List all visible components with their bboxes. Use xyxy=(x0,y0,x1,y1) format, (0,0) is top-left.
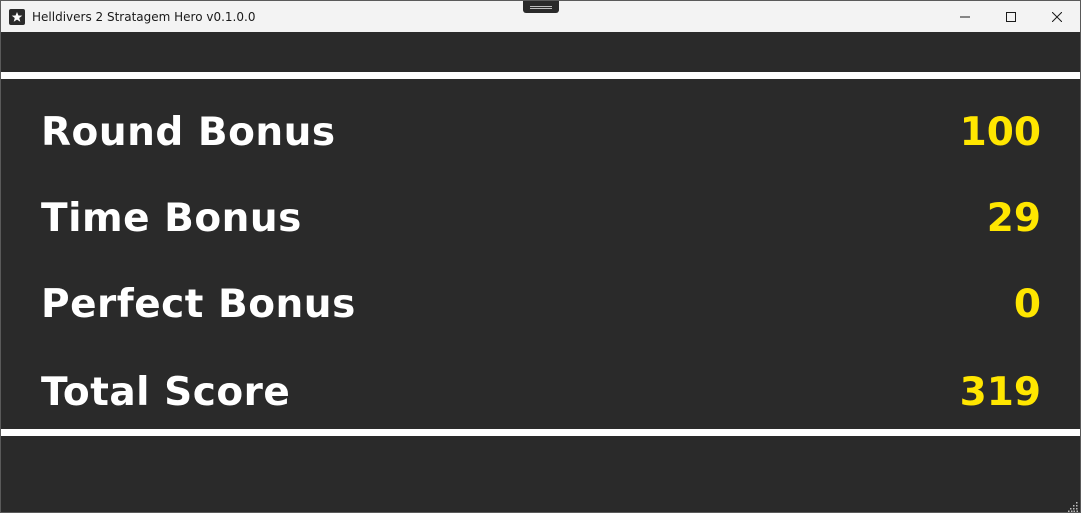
time-bonus-label: Time Bonus xyxy=(41,195,302,241)
time-bonus-value: 29 xyxy=(986,195,1041,241)
maximize-button[interactable] xyxy=(988,1,1034,32)
total-score-value: 319 xyxy=(959,369,1041,415)
window-title: Helldivers 2 Stratagem Hero v0.1.0.0 xyxy=(32,9,256,24)
top-divider xyxy=(1,72,1080,79)
score-row-time-bonus: Time Bonus 29 xyxy=(41,188,1041,248)
bottom-divider xyxy=(1,429,1080,436)
close-button[interactable] xyxy=(1034,1,1080,32)
title-bar[interactable]: Helldivers 2 Stratagem Hero v0.1.0.0 xyxy=(1,1,1080,32)
score-row-perfect-bonus: Perfect Bonus 0 xyxy=(41,274,1041,334)
score-row-total-score: Total Score 319 xyxy=(41,362,1041,422)
total-score-label: Total Score xyxy=(41,369,291,415)
maximize-icon xyxy=(1006,11,1016,22)
round-bonus-value: 100 xyxy=(959,109,1041,155)
window-controls xyxy=(942,1,1080,32)
star-icon xyxy=(9,8,25,25)
close-icon xyxy=(1052,11,1062,22)
perfect-bonus-label: Perfect Bonus xyxy=(41,281,356,327)
resize-grip-icon[interactable] xyxy=(1068,502,1078,512)
round-bonus-label: Round Bonus xyxy=(41,109,336,155)
app-window: Helldivers 2 Stratagem Hero v0.1.0.0 Rou… xyxy=(0,0,1081,513)
perfect-bonus-value: 0 xyxy=(1013,281,1041,327)
minimize-icon xyxy=(960,16,970,17)
snap-layout-handle[interactable] xyxy=(523,1,559,13)
minimize-button[interactable] xyxy=(942,1,988,32)
score-screen: Round Bonus 100 Time Bonus 29 Perfect Bo… xyxy=(1,32,1080,512)
score-row-round-bonus: Round Bonus 100 xyxy=(41,102,1041,162)
